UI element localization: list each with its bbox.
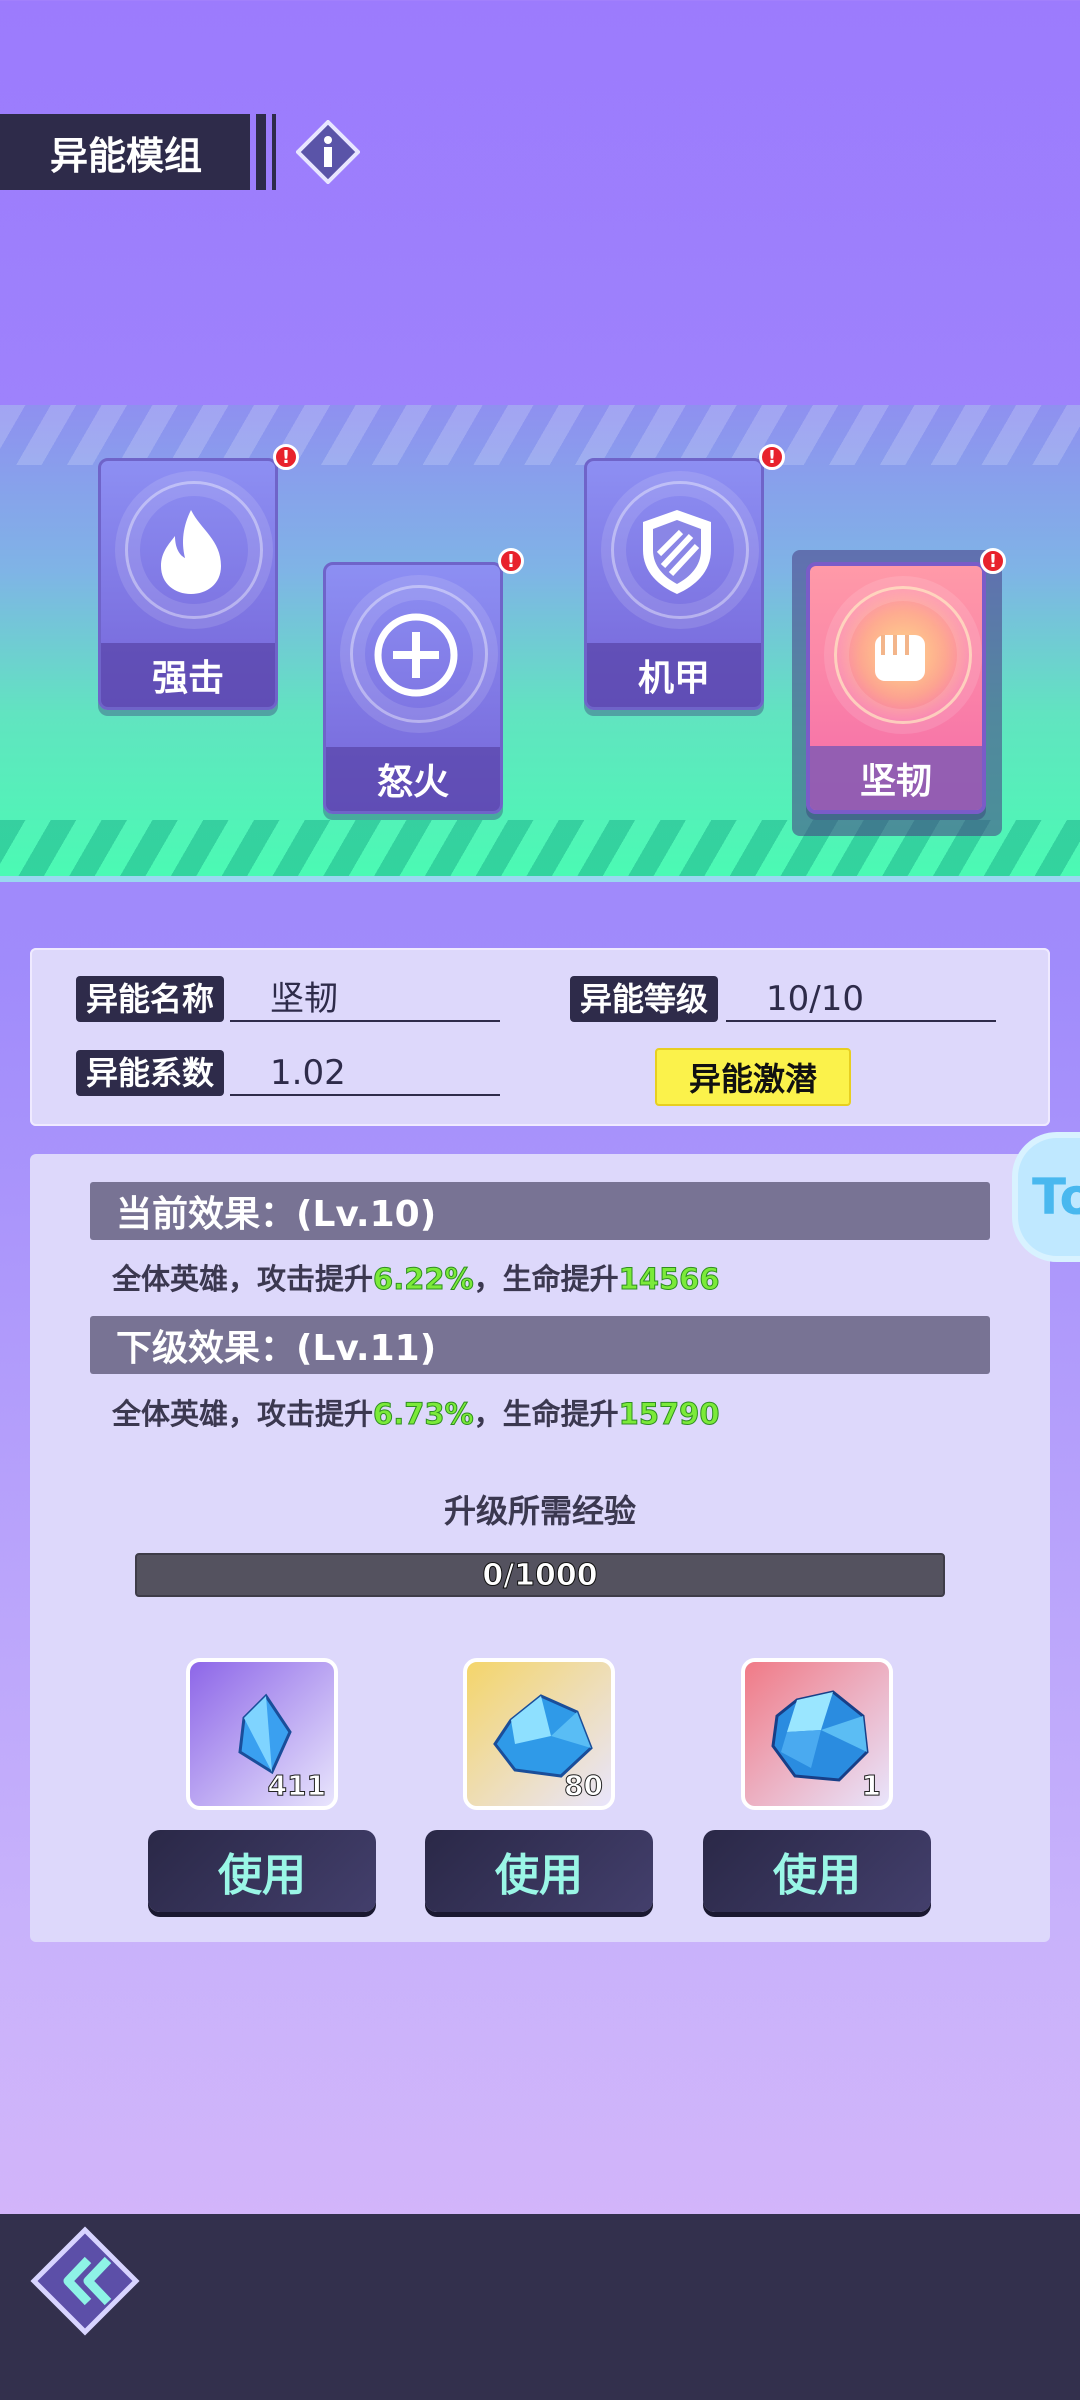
next-effect-mid: ，生命提升 [473, 1397, 619, 1431]
large-blue-crystal-icon [771, 1690, 869, 1782]
item-blue-ore[interactable]: 80 [463, 1658, 615, 1810]
current-atk-value: 6.22% [373, 1262, 475, 1297]
stage-edge [0, 876, 1080, 882]
plus-circle-icon [326, 565, 500, 745]
item-large-crystal[interactable]: 1 [741, 1658, 893, 1810]
current-effect-header: 当前效果：(Lv.10) [90, 1182, 990, 1240]
item-count: 1 [861, 1769, 882, 1803]
shield-icon [587, 461, 761, 641]
info-diamond-icon[interactable] [295, 119, 361, 185]
page-title-text: 异能模组 [50, 133, 203, 178]
level-value: 10/10 [726, 976, 996, 1022]
flame-icon [101, 461, 275, 641]
module-card-qiangji[interactable]: 强击 [98, 458, 278, 710]
current-effect-prefix: 全体英雄，攻击提升 [112, 1262, 374, 1296]
use-button-small-crystal[interactable]: 使用 [148, 1830, 376, 1912]
module-card-nuhuo[interactable]: 怒火 [323, 562, 503, 814]
exp-title: 升级所需经验 [443, 1492, 636, 1530]
page-title: 异能模组 [0, 114, 276, 190]
small-blue-crystal-icon [238, 1693, 292, 1775]
alert-badge: ! [980, 548, 1006, 574]
current-effect-text: 全体英雄，攻击提升6.22%，生命提升14566 [112, 1256, 720, 1298]
use-button-large-crystal[interactable]: 使用 [703, 1830, 931, 1912]
module-label: 怒火 [326, 747, 500, 811]
alert-badge: ! [273, 444, 299, 470]
coef-label: 异能系数 [76, 1050, 225, 1096]
fist-icon [810, 566, 982, 746]
item-small-crystal[interactable]: 411 [186, 1658, 338, 1810]
module-info-panel [30, 948, 1050, 1126]
use-button-blue-ore[interactable]: 使用 [425, 1830, 653, 1912]
bottom-bar [0, 2214, 1080, 2400]
module-label: 坚韧 [810, 746, 982, 810]
next-effect-prefix: 全体英雄，攻击提升 [112, 1397, 374, 1431]
name-label: 异能名称 [76, 976, 225, 1022]
next-effect-text: 全体英雄，攻击提升6.73%，生命提升15790 [112, 1391, 720, 1433]
next-hp-value: 15790 [618, 1397, 720, 1432]
double-chevron-left-icon[interactable] [30, 2226, 140, 2336]
alert-badge: ! [759, 444, 785, 470]
module-label: 机甲 [587, 643, 761, 707]
current-hp-value: 14566 [618, 1262, 720, 1297]
name-value: 坚韧 [230, 976, 500, 1022]
level-label: 异能等级 [570, 976, 719, 1022]
module-label: 强击 [101, 643, 275, 707]
item-count: 411 [267, 1769, 326, 1803]
current-effect-mid: ，生命提升 [473, 1262, 619, 1296]
next-effect-header: 下级效果：(Lv.11) [90, 1316, 990, 1374]
module-card-jijia[interactable]: 机甲 [584, 458, 764, 710]
next-atk-value: 6.73% [373, 1397, 475, 1432]
exp-progress-text: 0/1000 [482, 1557, 598, 1593]
boost-button[interactable]: 异能激潜 [655, 1048, 851, 1106]
exp-progress-bar: 0/1000 [135, 1553, 945, 1597]
stage-stripes-top [0, 405, 1080, 465]
coef-value: 1.02 [230, 1050, 500, 1096]
side-floating-tab[interactable]: To [1012, 1132, 1080, 1262]
item-count: 80 [564, 1769, 604, 1803]
alert-badge: ! [498, 548, 524, 574]
module-card-jianren[interactable]: 坚韧 [806, 562, 986, 814]
side-tab-text: To [1032, 1168, 1080, 1226]
